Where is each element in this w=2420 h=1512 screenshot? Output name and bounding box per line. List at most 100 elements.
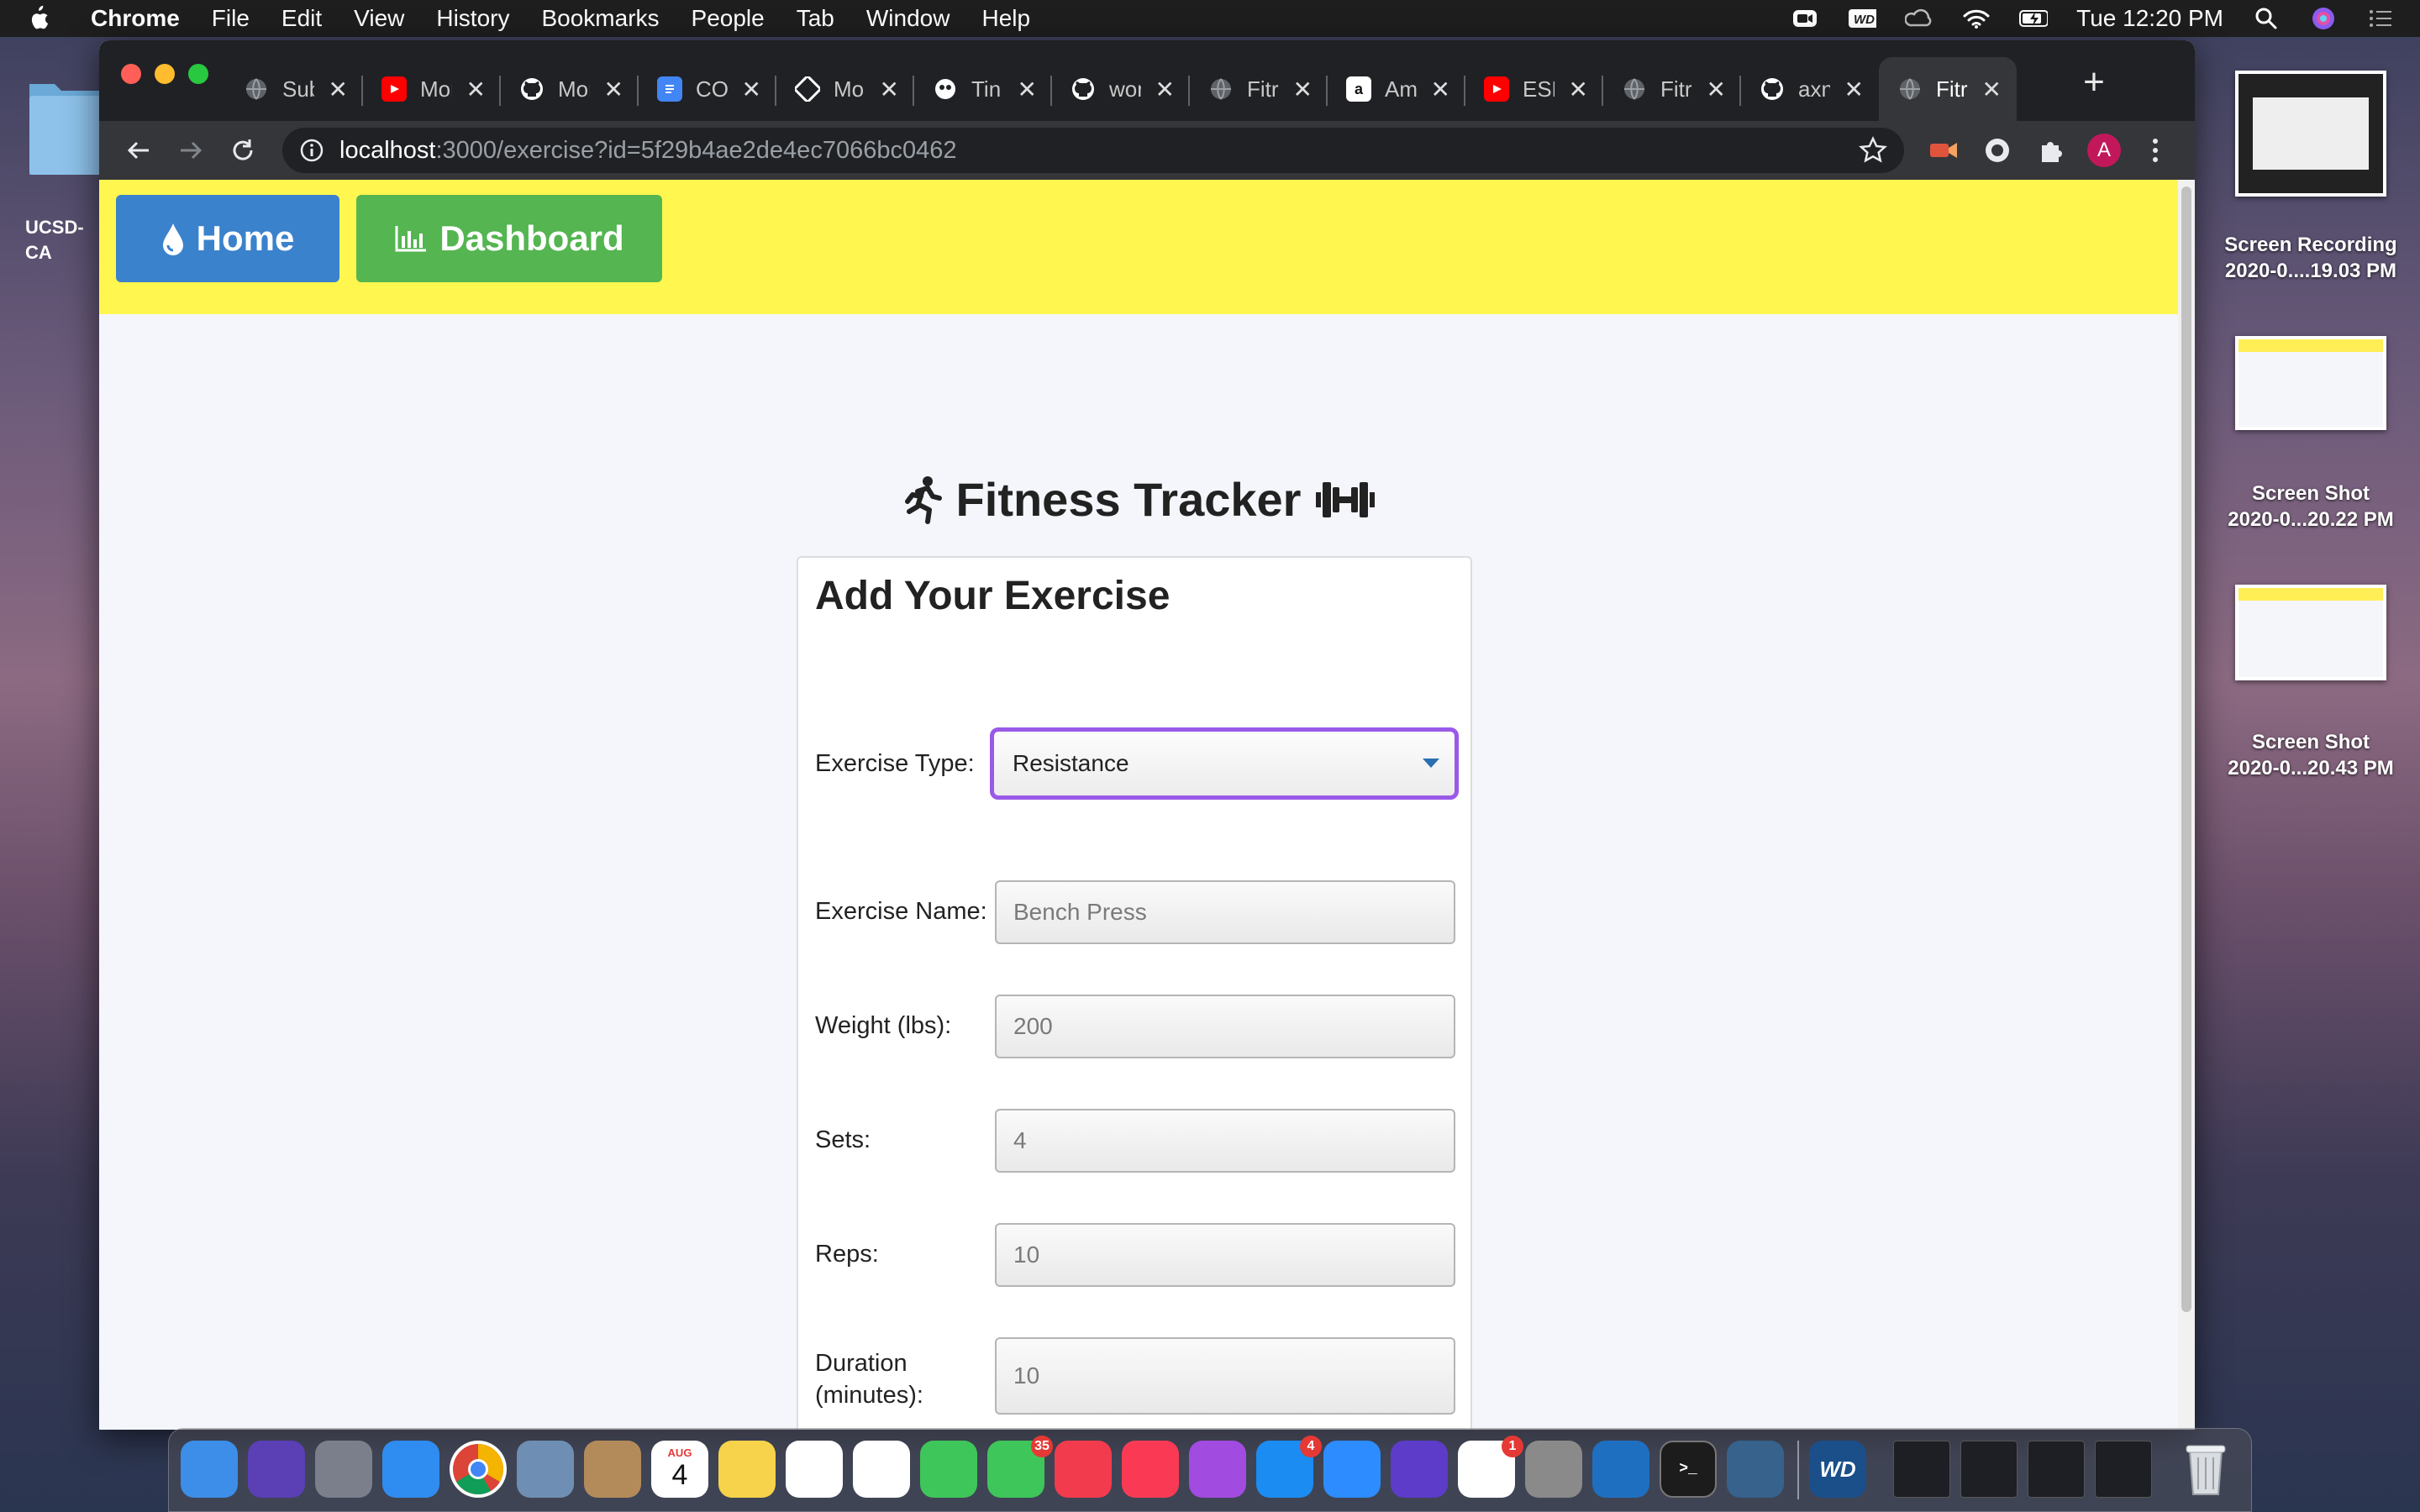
- chrome-icon[interactable]: [450, 1441, 507, 1498]
- minimized-window-thumbnail[interactable]: [1893, 1441, 1950, 1498]
- minimized-window-thumbnail[interactable]: [2028, 1441, 2085, 1498]
- weight-input[interactable]: 200: [995, 995, 1455, 1058]
- site-info-icon[interactable]: [299, 138, 324, 163]
- app-store-icon[interactable]: 4: [1256, 1436, 1322, 1498]
- zoom-icon[interactable]: [1791, 6, 1819, 31]
- notes-icon[interactable]: [718, 1441, 776, 1498]
- minimized-window-thumbnail[interactable]: [1960, 1441, 2018, 1498]
- close-tab-icon[interactable]: ✕: [1707, 76, 1726, 103]
- desktop-file-thumbnail[interactable]: [2235, 585, 2386, 680]
- photos-icon[interactable]: [853, 1441, 910, 1498]
- preview-icon[interactable]: [517, 1441, 574, 1498]
- extensions-puzzle-icon[interactable]: [2033, 133, 2069, 168]
- apple-menu-icon[interactable]: [25, 4, 50, 33]
- menu-people[interactable]: People: [692, 5, 765, 32]
- zoom-icon[interactable]: [1323, 1441, 1381, 1498]
- exercise-name-input[interactable]: Bench Press: [995, 880, 1455, 944]
- screencastify-extension-icon[interactable]: [1926, 133, 1961, 168]
- menubar-clock[interactable]: Tue 12:20 PM: [2076, 5, 2223, 32]
- close-tab-icon[interactable]: ✕: [329, 76, 348, 103]
- page-scrollbar[interactable]: [2178, 180, 2195, 1430]
- imovie-icon[interactable]: [1391, 1441, 1448, 1498]
- close-tab-icon[interactable]: ✕: [1431, 76, 1450, 103]
- browser-tab[interactable]: Fitr ✕: [1879, 57, 2017, 121]
- battery-icon[interactable]: [2019, 6, 2049, 31]
- browser-tab[interactable]: ESL ✕: [1465, 57, 1603, 121]
- calendar-icon[interactable]: AUG 4: [651, 1441, 708, 1498]
- close-tab-icon[interactable]: ✕: [1155, 76, 1175, 103]
- profile-avatar[interactable]: A: [2087, 134, 2121, 167]
- menu-file[interactable]: File: [212, 5, 250, 32]
- close-tab-icon[interactable]: ✕: [880, 76, 899, 103]
- reload-button[interactable]: [224, 131, 262, 170]
- mysql-workbench-icon[interactable]: [1727, 1441, 1784, 1498]
- close-tab-icon[interactable]: ✕: [604, 76, 623, 103]
- dashboard-button[interactable]: Dashboard: [356, 195, 662, 282]
- menu-tab[interactable]: Tab: [797, 5, 834, 32]
- control-list-icon[interactable]: [2366, 6, 2395, 31]
- siri-icon[interactable]: [2309, 6, 2338, 31]
- close-tab-icon[interactable]: ✕: [1569, 76, 1588, 103]
- close-tab-icon[interactable]: ✕: [466, 76, 486, 103]
- wd-icon[interactable]: WD: [1809, 1441, 1866, 1498]
- bookmark-star-icon[interactable]: [1859, 136, 1887, 165]
- slack-icon[interactable]: 1: [1458, 1436, 1523, 1498]
- desktop-file-thumbnail[interactable]: [2235, 336, 2386, 430]
- siri-icon[interactable]: [248, 1441, 305, 1498]
- browser-tab[interactable]: Mor ✕: [501, 57, 639, 121]
- close-tab-icon[interactable]: ✕: [1293, 76, 1313, 103]
- close-tab-icon[interactable]: ✕: [1982, 76, 2002, 103]
- desktop-folder-icon[interactable]: [25, 59, 109, 193]
- browser-tab[interactable]: Tin ✕: [914, 57, 1052, 121]
- music-icon[interactable]: [1122, 1441, 1179, 1498]
- browser-tab[interactable]: CO ✕: [639, 57, 776, 121]
- spotlight-icon[interactable]: [2252, 6, 2281, 31]
- menu-window[interactable]: Window: [866, 5, 950, 32]
- menu-help[interactable]: Help: [981, 5, 1030, 32]
- back-button[interactable]: [119, 131, 158, 170]
- facetime-icon[interactable]: 35: [987, 1436, 1053, 1498]
- address-bar[interactable]: localhost:3000/exercise?id=5f29b4ae2de4e…: [282, 128, 1904, 173]
- menu-bookmarks[interactable]: Bookmarks: [541, 5, 659, 32]
- trash-icon[interactable]: [2177, 1441, 2234, 1498]
- system-preferences-icon[interactable]: [1525, 1441, 1582, 1498]
- browser-tab[interactable]: Fitr ✕: [1603, 57, 1741, 121]
- close-tab-icon[interactable]: ✕: [742, 76, 761, 103]
- launchpad-icon[interactable]: [315, 1441, 372, 1498]
- browser-tab[interactable]: wor ✕: [1052, 57, 1190, 121]
- scrollbar-thumb[interactable]: [2181, 186, 2191, 1312]
- browser-tab[interactable]: Mor ✕: [363, 57, 501, 121]
- desktop-file-thumbnail[interactable]: [2235, 71, 2386, 197]
- terminal-icon[interactable]: >_: [1660, 1441, 1717, 1498]
- exercise-type-select[interactable]: Resistance: [990, 727, 1459, 800]
- browser-tab[interactable]: Mo ✕: [776, 57, 914, 121]
- messages-icon[interactable]: [920, 1441, 977, 1498]
- reps-input[interactable]: 10: [995, 1223, 1455, 1287]
- podcasts-icon[interactable]: [1189, 1441, 1246, 1498]
- browser-tab[interactable]: axn ✕: [1741, 57, 1879, 121]
- minimize-window-button[interactable]: [155, 64, 175, 84]
- menu-history[interactable]: History: [436, 5, 509, 32]
- menu-view[interactable]: View: [354, 5, 404, 32]
- vscode-icon[interactable]: [1592, 1441, 1649, 1498]
- forward-button[interactable]: [171, 131, 210, 170]
- wifi-icon[interactable]: [1962, 6, 1991, 31]
- wd-icon[interactable]: WD: [1848, 6, 1877, 31]
- close-tab-icon[interactable]: ✕: [1018, 76, 1037, 103]
- safari-icon[interactable]: [382, 1441, 439, 1498]
- browser-tab[interactable]: Fitr ✕: [1190, 57, 1328, 121]
- browser-tab[interactable]: a Am ✕: [1328, 57, 1465, 121]
- close-window-button[interactable]: [121, 64, 141, 84]
- contacts-icon[interactable]: [584, 1441, 641, 1498]
- browser-tab[interactable]: Sub ✕: [225, 57, 363, 121]
- creative-cloud-icon[interactable]: [1905, 6, 1933, 31]
- finder-icon[interactable]: [181, 1441, 238, 1498]
- menu-app-name[interactable]: Chrome: [91, 5, 180, 32]
- home-button[interactable]: Home: [116, 195, 339, 282]
- minimized-window-thumbnail[interactable]: [2095, 1441, 2152, 1498]
- chrome-menu-icon[interactable]: [2138, 133, 2173, 168]
- close-tab-icon[interactable]: ✕: [1844, 76, 1864, 103]
- reminders-icon[interactable]: [786, 1441, 843, 1498]
- new-tab-button[interactable]: +: [2074, 61, 2114, 102]
- news-icon[interactable]: [1055, 1441, 1112, 1498]
